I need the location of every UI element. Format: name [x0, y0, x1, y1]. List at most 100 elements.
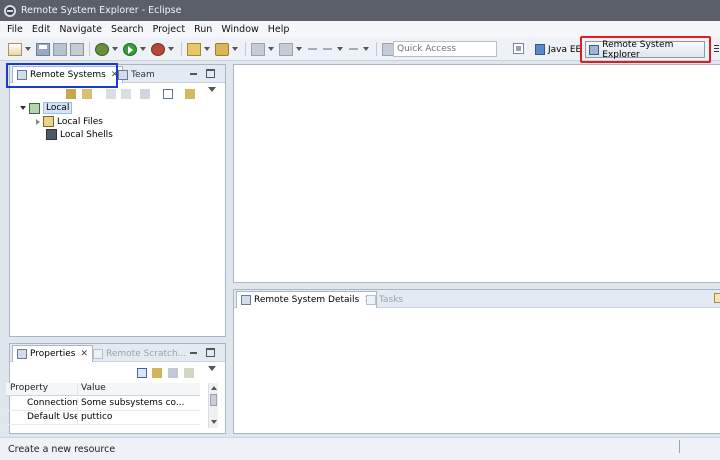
back-icon[interactable] — [322, 43, 334, 56]
perspective-java-ee-button[interactable]: Java EE — [535, 42, 581, 57]
tree-node-local[interactable]: Local — [20, 102, 73, 114]
quick-access-input[interactable] — [393, 41, 497, 57]
perspective-rse-label: Remote System Explorer — [602, 39, 674, 60]
tab-remote-system-details[interactable]: Remote System Details ✕ — [236, 291, 377, 308]
menu-edit[interactable]: Edit — [32, 24, 50, 35]
next-annotation-dropdown-icon[interactable] — [268, 47, 274, 51]
window-title: Remote System Explorer - Eclipse — [21, 5, 182, 16]
tab-remote-systems[interactable]: Remote Systems ✕ — [12, 66, 124, 83]
menu-help[interactable]: Help — [268, 24, 290, 35]
forward-nav-icon[interactable] — [121, 89, 131, 99]
rse-perspective-icon — [589, 44, 600, 55]
new-connection-icon[interactable] — [66, 89, 76, 99]
toolbar-separator — [376, 42, 377, 56]
menu-project[interactable]: Project — [153, 24, 186, 35]
show-advanced-icon[interactable] — [152, 368, 162, 378]
show-categories-icon[interactable] — [137, 368, 147, 378]
tab-team[interactable]: Team — [114, 66, 159, 83]
tree-node-local-files[interactable]: Local Files — [36, 116, 103, 127]
search-icon[interactable] — [215, 42, 229, 56]
minimize-icon[interactable] — [189, 348, 198, 357]
view-menu-icon[interactable] — [208, 87, 216, 92]
tasks-icon — [366, 294, 376, 305]
previous-annotation-dropdown-icon[interactable] — [296, 47, 302, 51]
open-perspective-icon[interactable] — [513, 43, 524, 54]
perspective-java-ee-label: Java EE — [548, 44, 582, 55]
run-icon[interactable] — [123, 42, 137, 56]
scroll-up-icon[interactable] — [211, 386, 217, 390]
tab-tasks[interactable]: Tasks — [362, 291, 407, 308]
refresh-icon[interactable] — [82, 89, 92, 99]
status-bar: Create a new resource — [0, 437, 720, 460]
eclipse-logo-icon — [4, 4, 16, 17]
open-type-icon[interactable] — [187, 42, 201, 56]
save-icon[interactable] — [36, 42, 50, 56]
previous-annotation-icon[interactable] — [279, 42, 293, 56]
forward-dropdown-icon[interactable] — [363, 47, 369, 51]
maximize-icon[interactable] — [206, 348, 215, 357]
table-row[interactable]: Default User puttico — [6, 412, 200, 425]
collapse-all-icon[interactable] — [163, 89, 173, 99]
menu-navigate[interactable]: Navigate — [59, 24, 102, 35]
local-host-icon — [29, 102, 40, 114]
menu-file[interactable]: File — [7, 24, 23, 35]
perspective-rse-button[interactable]: Remote System Explorer — [585, 39, 705, 60]
go-home-icon[interactable] — [140, 89, 150, 99]
team-icon — [118, 69, 128, 80]
new-dropdown-icon[interactable] — [25, 47, 31, 51]
property-name: Connection — [6, 398, 78, 410]
status-message: Create a new resource — [8, 443, 116, 455]
toolbar-overflow-icon[interactable] — [713, 44, 720, 54]
close-icon[interactable]: ✕ — [80, 349, 88, 359]
collapse-icon[interactable] — [36, 118, 40, 125]
menu-window[interactable]: Window — [221, 24, 258, 35]
restore-default-icon[interactable] — [184, 368, 194, 378]
view-toolbar-icon[interactable] — [714, 293, 720, 303]
status-bar-separator — [679, 440, 680, 453]
run-dropdown-icon[interactable] — [140, 47, 146, 51]
debug-dropdown-icon[interactable] — [112, 47, 118, 51]
local-shells-icon — [46, 129, 57, 140]
link-with-editor-icon[interactable] — [185, 89, 195, 99]
local-files-icon — [43, 116, 54, 127]
minimize-icon[interactable] — [189, 69, 198, 78]
menu-search[interactable]: Search — [111, 24, 144, 35]
window-title-bar: Remote System Explorer - Eclipse — [0, 0, 720, 21]
property-value: puttico — [81, 412, 113, 422]
back-dropdown-icon[interactable] — [337, 47, 343, 51]
properties-scrollbar[interactable] — [208, 383, 218, 428]
open-type-dropdown-icon[interactable] — [204, 47, 210, 51]
expand-icon[interactable] — [20, 106, 26, 110]
tree-node-local-files-label: Local Files — [57, 116, 103, 127]
tree-node-local-shells-label: Local Shells — [60, 129, 113, 140]
new-file-icon[interactable] — [8, 42, 22, 56]
debug-icon[interactable] — [95, 42, 109, 56]
tree-node-local-shells[interactable]: Local Shells — [46, 129, 113, 140]
tab-remote-scratchpad[interactable]: Remote Scratch... — [89, 345, 190, 362]
details-icon — [241, 295, 251, 305]
scrollbar-thumb[interactable] — [210, 394, 217, 406]
print-icon[interactable] — [70, 42, 84, 56]
column-header-property[interactable]: Property — [6, 383, 78, 395]
menu-run[interactable]: Run — [194, 24, 212, 35]
external-tools-icon[interactable] — [151, 42, 165, 56]
maximize-icon[interactable] — [206, 69, 215, 78]
toolbar-separator — [89, 42, 90, 56]
forward-icon[interactable] — [348, 43, 360, 56]
view-menu-icon[interactable] — [208, 366, 216, 371]
tab-details-label: Remote System Details — [254, 295, 360, 305]
tab-properties[interactable]: Properties ✕ — [12, 345, 94, 362]
external-tools-dropdown-icon[interactable] — [168, 47, 174, 51]
back-nav-icon[interactable] — [106, 89, 116, 99]
scroll-down-icon[interactable] — [211, 420, 217, 424]
save-all-icon[interactable] — [53, 42, 67, 56]
tree-node-local-label: Local — [43, 102, 73, 114]
filter-icon[interactable] — [168, 368, 178, 378]
last-edit-location-icon[interactable] — [307, 43, 319, 56]
toolbar-separator — [181, 42, 182, 56]
column-header-value[interactable]: Value — [78, 383, 200, 395]
table-row[interactable]: Connection Some subsystems co... — [6, 398, 200, 411]
search-dropdown-icon[interactable] — [232, 47, 238, 51]
next-annotation-icon[interactable] — [251, 42, 265, 56]
property-value: Some subsystems co... — [81, 398, 185, 408]
